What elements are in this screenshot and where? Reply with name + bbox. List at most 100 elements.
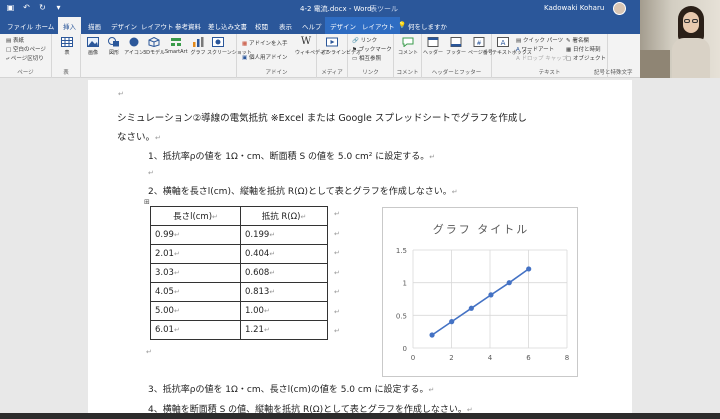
icons-button[interactable]: アイコン [124,37,144,56]
cube-icon [148,37,160,47]
tab-home[interactable]: ホーム [35,21,54,31]
table-cell[interactable]: 4.05↵ [150,282,241,302]
table-header-cell[interactable]: 抵抗 R(Ω)↵ [240,206,328,226]
cover-page-button[interactable]: ▤ 表紙 [6,36,24,44]
table-cell[interactable]: 0.199↵ [240,225,328,245]
svg-text:A: A [501,39,506,47]
table-cell[interactable]: 6.01↵ [150,320,241,340]
table-cell[interactable]: 0.813↵ [240,282,328,302]
tell-me-search[interactable]: 何をしますか [408,21,447,31]
new-comment-button[interactable]: コメント [398,37,418,56]
footer-button[interactable]: フッター [446,37,466,56]
group-media: オンラインビデオ メディア [317,34,361,78]
paragraph-mark: ↵ [118,90,124,98]
tab-table-layout[interactable]: レイアウト [357,17,400,34]
redo-icon[interactable]: ↻ [38,3,47,12]
tab-references[interactable]: 参考資料 [175,21,201,31]
get-addins-button[interactable]: ▦ アドインを入手 [242,39,287,47]
chart-icon [193,37,204,47]
table-cell[interactable]: 1.00↵ [240,301,328,321]
chart-object[interactable]: グラフ タイトル 0 0.5 1 1.5 0 2 4 6 8 [382,207,578,377]
document-page[interactable]: ↵ シミュレーション②導線の電気抵抗 ※Excel または Google スプレ… [88,80,632,419]
table-cell[interactable]: 0.99↵ [150,225,241,245]
group-label-comments: コメント [396,70,419,76]
save-icon[interactable]: ▣ [6,3,15,12]
table-cell[interactable]: 5.00↵ [150,301,241,321]
shapes-button[interactable]: 図形 [107,37,121,56]
drop-cap-button[interactable]: A ドロップ キャップ [516,54,567,62]
screenshot-icon [212,37,224,47]
object-button[interactable]: ▢ オブジェクト [566,54,606,62]
group-comments: コメント コメント [394,34,422,78]
page-break-button[interactable]: ⤶ ページ区切り [6,54,44,63]
tab-insert[interactable]: 挿入 [58,17,81,34]
text-box-button[interactable]: A テキストボックス [492,37,532,56]
chart-series-line [431,268,530,336]
title-bar: ▣ ↶ ↻ ▾ 4-2 電流.docx - Word 表ツール Kadowaki… [0,0,720,17]
table-cell[interactable]: 3.03↵ [150,263,241,283]
table-cell[interactable]: 2.01↵ [150,244,241,264]
tab-view[interactable]: 表示 [279,21,292,31]
wordart-button[interactable]: A ワードアート [516,45,554,53]
video-icon [326,37,338,47]
link-button[interactable]: 🔗 リンク [352,36,377,44]
paragraph-mark: ↵ [146,348,152,356]
group-text: A テキストボックス ▤ クイック パーツ A ワードアート A ドロップ キャッ… [492,34,608,78]
row-end-mark: ↵ [334,327,340,335]
undo-icon[interactable]: ↶ [22,3,31,12]
table-header-cell[interactable]: 長さl(cm)↵ [150,206,241,226]
3d-models-button[interactable]: 3Dモデル [143,37,165,56]
wikipedia-button[interactable]: W ウィキペディア [295,37,330,57]
pictures-button[interactable]: 画像 [86,37,100,56]
chart-x-tick-label: 4 [488,354,493,362]
row-end-mark: ↵ [334,269,340,277]
bookmark-button[interactable]: ⚑ ブックマーク [352,45,392,53]
blank-page-button[interactable]: □ 空白のページ [6,45,46,53]
my-addins-button[interactable]: ▣ 個人用アドイン [242,53,287,61]
customize-icon[interactable]: ▾ [54,3,63,12]
table-cell[interactable]: 0.404↵ [240,244,328,264]
table-cell[interactable]: 0.608↵ [240,263,328,283]
online-video-button[interactable]: オンラインビデオ [321,37,361,56]
text-box-icon: A [497,37,509,47]
avatar[interactable] [613,2,626,15]
data-table[interactable]: 長さl(cm)↵ 抵抗 R(Ω)↵ 0.99↵ 0.199↵ 2.01↵ 0.4… [150,206,328,340]
tab-file[interactable]: ファイル [7,21,33,31]
screenshot-button[interactable]: スクリーンショット [207,37,252,56]
context-tools-title: 表ツール [370,5,398,13]
tab-mailings[interactable]: 差し込み文書 [208,21,247,31]
cross-reference-button[interactable]: ▭ 相互参照 [352,54,381,62]
tab-table-design[interactable]: デザイン [325,17,361,34]
tab-review[interactable]: 校閲 [255,21,268,31]
chart-y-tick-label: 0 [403,345,407,353]
page-number-icon: # [473,37,485,47]
tab-layout[interactable]: レイアウト [141,21,174,31]
row-end-mark: ↵ [334,288,340,296]
group-label-text: テキスト [538,70,561,76]
insert-table-button[interactable]: 表 [60,37,74,56]
signature-line-button[interactable]: ✎ 署名欄 [566,36,589,44]
smartart-button[interactable]: SmartArt [165,37,188,55]
ribbon-tabs: ファイル ホーム 挿入 描画 デザイン レイアウト 参考資料 差し込み文書 校閲… [0,17,640,34]
chart-button[interactable]: グラフ [190,37,206,56]
table-move-handle-icon[interactable]: ⊞ [144,198,150,206]
chart-x-tick-label: 6 [526,354,531,362]
tab-design[interactable]: デザイン [111,21,137,31]
date-time-button[interactable]: ▦ 日付と時刻 [566,45,600,53]
quick-parts-button[interactable]: ▤ クイック パーツ [516,36,563,44]
document-body[interactable]: ↵ シミュレーション②導線の電気抵抗 ※Excel または Google スプレ… [88,80,632,419]
group-addins: ▦ アドインを入手 ▣ 個人用アドイン W ウィキペディア アドイン [237,34,330,78]
chart-data-point [429,332,435,338]
table-cell[interactable]: 1.21↵ [240,320,328,340]
tab-draw[interactable]: 描画 [88,21,101,31]
chart-title[interactable]: グラフ タイトル [433,222,530,236]
user-name[interactable]: Kadowaki Koharu [544,4,604,12]
chart-y-tick-label: 1.5 [396,247,407,255]
page-number-button[interactable]: # ページ番号 [468,37,493,56]
chart-x-tick-label: 2 [449,354,453,362]
chart-gridlines [412,249,568,349]
header-button[interactable]: ヘッダー [423,37,443,56]
tab-help[interactable]: ヘルプ [302,21,322,31]
chart-y-tick-label: 1 [403,280,407,288]
webcam-overlay [640,0,720,78]
